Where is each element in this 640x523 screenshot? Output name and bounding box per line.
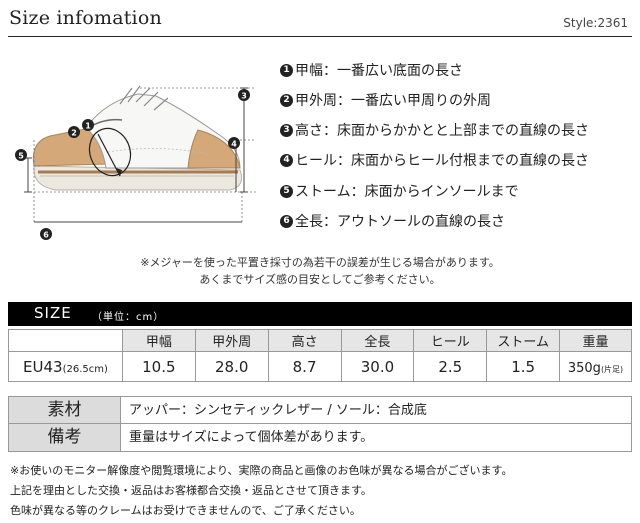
- material-value: アッパー：シンセティックレザー / ソール：合成底: [129, 403, 427, 418]
- col-header: ヒール: [413, 329, 488, 352]
- remarks-row: 備考 重量はサイズによって個体差があります。: [8, 424, 632, 452]
- table-row: EU43(26.5cm) 10.5 28.0 8.7 30.0 2.5 1.5 …: [8, 351, 632, 382]
- shoe-measurement-diagram: 1 2 3 4 5 6: [15, 85, 256, 240]
- legend-number: 2: [280, 93, 293, 107]
- size-table: 甲幅 甲外周 高さ 全長 ヒール ストーム 重量 EU43(26.5cm) 10…: [8, 329, 632, 382]
- size-table-header-row: 甲幅 甲外周 高さ 全長 ヒール ストーム 重量: [8, 329, 632, 352]
- legend-item: 5 ストーム：床面からインソールまで: [280, 181, 519, 201]
- remarks-label: 備考: [9, 424, 121, 451]
- svg-text:3: 3: [241, 92, 247, 101]
- style-code: Style:2361: [563, 16, 628, 30]
- svg-text:4: 4: [231, 140, 237, 149]
- page-title: Size infomation: [9, 7, 162, 29]
- legend-item: 4 ヒール：床面からヒール付根までの直線の長さ: [280, 150, 589, 170]
- value-cell: 28.0: [194, 351, 269, 382]
- legend-text: ストーム：床面からインソールまで: [295, 184, 519, 200]
- size-cm: (26.5cm): [62, 363, 108, 375]
- size-section-header: SIZE （単位：cm）: [8, 302, 632, 326]
- footer-note-2: 上記を理由とした交換・返品はお客様都合交換・返品とさせて頂きます。: [10, 484, 372, 497]
- svg-text:5: 5: [18, 152, 24, 161]
- weight-value: 350g: [567, 360, 601, 376]
- col-header: 高さ: [267, 329, 342, 352]
- legend-item: 3 高さ：床面からかかとと上部までの直線の長さ: [280, 120, 589, 140]
- col-header: 全長: [340, 329, 415, 352]
- size-label: EU43: [23, 357, 63, 376]
- svg-text:2: 2: [71, 129, 77, 138]
- col-header: 重量: [559, 329, 632, 352]
- legend-item: 2 甲外周：一番広い甲周りの外周: [280, 90, 491, 110]
- legend-number: 1: [280, 63, 293, 77]
- size-title: SIZE: [34, 304, 72, 322]
- value-cell: 1.5: [486, 351, 561, 382]
- legend-number: 6: [280, 214, 293, 228]
- legend-text: ヒール：床面からヒール付根までの直線の長さ: [295, 153, 589, 169]
- page-header: Size infomation Style:2361: [0, 0, 640, 38]
- marker-4: 4: [228, 137, 240, 149]
- weight-cell: 350g(片足): [559, 351, 632, 382]
- measurement-note-2: あくまでサイズ感の目安としてご参考ください。: [199, 273, 441, 286]
- footer-note-1: ※お使いのモニター解像度や閲覧環境により、実際の商品と画像のお色味が異なる場合が…: [10, 464, 513, 477]
- value-cell: 30.0: [340, 351, 415, 382]
- value-cell: 2.5: [413, 351, 488, 382]
- legend-text: 高さ：床面からかかとと上部までの直線の長さ: [295, 123, 589, 139]
- header-blank: [8, 329, 123, 352]
- marker-2: 2: [68, 126, 80, 138]
- svg-text:1: 1: [85, 122, 91, 131]
- remarks-value: 重量はサイズによって個体差があります。: [129, 430, 374, 445]
- measurement-note-1: ※メジャーを使った平置き採寸の為若干の誤差が生じる場合があります。: [140, 256, 500, 269]
- col-header: 甲外周: [194, 329, 269, 352]
- material-row: 素材 アッパー：シンセティックレザー / ソール：合成底: [8, 396, 632, 424]
- legend-text: 甲外周：一番広い甲周りの外周: [295, 93, 491, 109]
- footer-note-3: 色味が異なる等のクレームはお受けできませんので、ご了承ください。: [10, 504, 361, 517]
- marker-5: 5: [15, 149, 27, 161]
- header-divider: [8, 36, 632, 37]
- legend-text: 甲幅：一番広い底面の長さ: [295, 63, 463, 79]
- material-table: 素材 アッパー：シンセティックレザー / ソール：合成底 備考 重量はサイズによ…: [8, 396, 632, 452]
- sneaker-illustration: [32, 85, 243, 191]
- legend-text: 全長：アウトソールの直線の長さ: [295, 214, 505, 230]
- marker-1: 1: [82, 119, 94, 131]
- marker-3: 3: [238, 89, 250, 101]
- material-label: 素材: [9, 397, 121, 423]
- legend-number: 5: [280, 184, 293, 198]
- svg-text:6: 6: [43, 231, 49, 240]
- value-cell: 8.7: [267, 351, 342, 382]
- size-label-cell: EU43(26.5cm): [8, 351, 123, 382]
- col-header: ストーム: [486, 329, 561, 352]
- value-cell: 10.5: [121, 351, 196, 382]
- weight-note: (片足): [600, 364, 624, 374]
- legend-item: 6 全長：アウトソールの直線の長さ: [280, 211, 505, 231]
- size-unit: （単位：cm）: [92, 312, 165, 323]
- col-header: 甲幅: [121, 329, 196, 352]
- marker-6: 6: [40, 228, 52, 240]
- legend-number: 3: [280, 123, 293, 137]
- legend-number: 4: [280, 153, 293, 167]
- legend-item: 1 甲幅：一番広い底面の長さ: [280, 60, 463, 80]
